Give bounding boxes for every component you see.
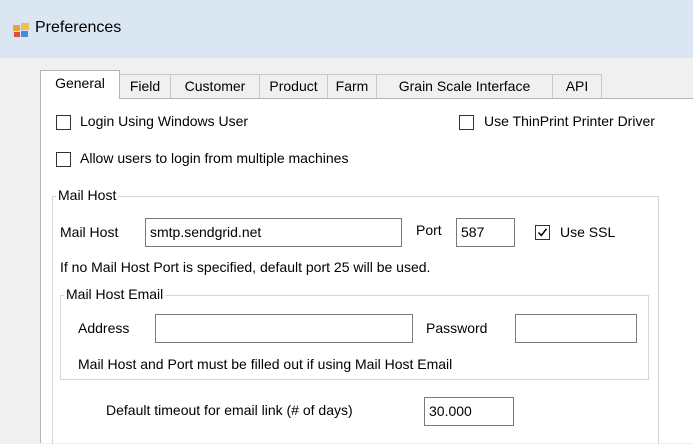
mail-host-label: Mail Host <box>60 224 119 240</box>
tab-general[interactable]: General <box>40 70 120 99</box>
address-label: Address <box>78 320 130 336</box>
password-input[interactable] <box>515 314 637 343</box>
mail-host-input[interactable]: smtp.sendgrid.net <box>145 218 402 247</box>
login-windows-user-checkbox[interactable] <box>56 115 71 130</box>
window-title: Preferences <box>35 19 122 36</box>
address-input[interactable] <box>155 314 413 343</box>
mail-host-email-note: Mail Host and Port must be filled out if… <box>78 356 453 372</box>
tab-strip: General Field Customer Product Farm Grai… <box>40 70 693 99</box>
title-bar: Preferences <box>0 0 693 58</box>
tab-api[interactable]: API <box>552 74 602 98</box>
login-windows-user-label[interactable]: Login Using Windows User <box>80 113 248 129</box>
allow-multiple-machines-label[interactable]: Allow users to login from multiple machi… <box>80 150 348 166</box>
port-note: If no Mail Host Port is specified, defau… <box>60 259 431 275</box>
port-input[interactable]: 587 <box>456 218 515 247</box>
checkmark-icon <box>537 228 548 237</box>
tab-customer[interactable]: Customer <box>170 74 260 98</box>
use-thinprint-checkbox[interactable] <box>459 115 474 130</box>
use-thinprint-label[interactable]: Use ThinPrint Printer Driver <box>484 113 655 129</box>
tab-grain-scale-interface[interactable]: Grain Scale Interface <box>376 74 553 98</box>
app-window-icon <box>13 22 29 38</box>
tab-product[interactable]: Product <box>259 74 328 98</box>
allow-multiple-machines-checkbox[interactable] <box>56 152 71 167</box>
use-ssl-checkbox[interactable] <box>535 225 550 240</box>
password-label: Password <box>426 320 488 336</box>
tab-farm[interactable]: Farm <box>327 74 377 98</box>
general-tab-panel: Login Using Windows User Use ThinPrint P… <box>40 98 693 444</box>
default-timeout-label: Default timeout for email link (# of day… <box>106 402 353 418</box>
use-ssl-label[interactable]: Use SSL <box>560 224 615 240</box>
default-timeout-input[interactable]: 30.000 <box>424 397 514 426</box>
port-label: Port <box>416 222 442 238</box>
tab-field[interactable]: Field <box>119 74 171 98</box>
mail-host-group-title: Mail Host <box>56 187 119 203</box>
mail-host-email-group-title: Mail Host Email <box>64 286 166 302</box>
